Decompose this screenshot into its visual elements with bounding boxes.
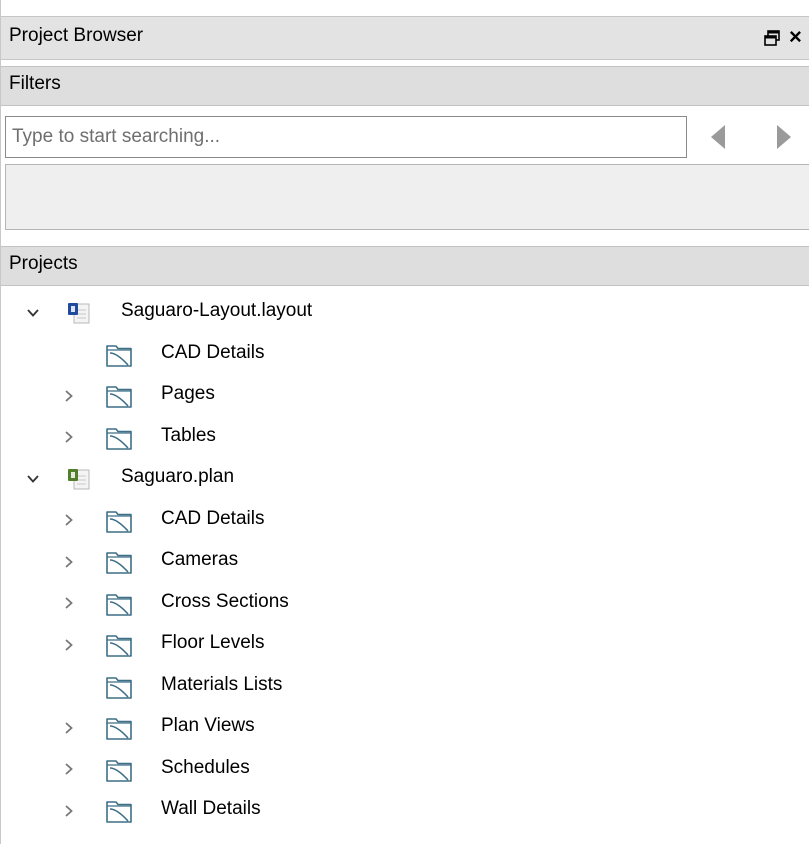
folder-icon [106,344,132,367]
close-icon[interactable]: × [789,22,802,52]
projects-tree: Saguaro-Layout.layout CAD Details Pages Tab… [1,292,809,832]
tree-item-label: Plan Views [161,715,255,736]
tree-item-label: Materials Lists [161,673,283,695]
tree-folder[interactable]: Materials Lists [1,666,809,708]
tree-folder[interactable]: Pages [1,375,809,417]
chevron-right-icon [65,639,73,651]
chevron-right-icon [65,390,73,402]
tree-file-layout[interactable]: Saguaro-Layout.layout [1,292,809,334]
folder-icon [106,759,132,782]
expand-toggle[interactable] [59,790,79,832]
tree-item-label: Pages [161,383,215,404]
expand-toggle[interactable] [59,583,79,625]
folder-icon [106,593,132,616]
tree-folder[interactable]: Floor Levels [1,624,809,666]
restore-window-icon[interactable] [763,29,781,47]
tree-folder[interactable]: Wall Details [1,790,809,832]
expand-toggle[interactable] [59,541,79,583]
folder-icon [106,386,132,408]
tree-folder[interactable]: Plan Views [1,707,809,749]
tree-item-label: Cameras [161,549,239,570]
expand-toggle[interactable] [59,375,79,417]
expand-toggle[interactable] [59,417,79,459]
tree-item-label: Saguaro-Layout.layout [121,300,313,321]
expand-toggle[interactable] [59,500,79,542]
chevron-down-icon [27,309,39,317]
tree-folder[interactable]: Cameras [1,541,809,583]
tree-folder[interactable]: CAD Details [1,334,809,376]
tree-item-label: CAD Details [161,341,265,363]
tree-item-label: Floor Levels [161,632,265,653]
projects-header[interactable]: Projects [1,246,809,286]
chevron-down-icon [27,475,39,483]
folder-icon [106,718,132,740]
chevron-right-icon [65,556,73,568]
folder-icon [106,676,132,699]
tree-item-label: Cross Sections [161,590,289,612]
panel-title: Project Browser [9,25,144,46]
folder-icon [106,801,132,823]
chevron-right-icon [65,763,73,775]
tree-item-label: CAD Details [161,507,265,529]
expand-toggle[interactable] [23,458,43,500]
folder-icon [106,635,132,657]
chevron-right-icon [65,722,73,734]
layout-file-icon [68,303,90,324]
search-input[interactable] [5,116,687,158]
next-result-button[interactable] [769,120,799,154]
tree-file-plan[interactable]: Saguaro.plan [1,458,809,500]
tree-folder[interactable]: CAD Details [1,500,809,542]
project-browser-panel: Project Browser × Filters Projects Sagua… [0,0,809,844]
filters-header-label: Filters [9,73,61,94]
filters-header[interactable]: Filters [1,66,809,106]
folder-icon [106,552,132,574]
left-triangle-icon [711,125,725,149]
tree-folder[interactable]: Cross Sections [1,583,809,625]
tree-folder[interactable]: Tables [1,417,809,459]
projects-header-label: Projects [9,253,78,274]
expand-toggle[interactable] [59,749,79,791]
panel-title-bar[interactable]: Project Browser × [1,16,809,60]
chevron-right-icon [65,514,73,526]
chevron-right-icon [65,597,73,609]
expand-toggle[interactable] [59,707,79,749]
chevron-right-icon [65,431,73,443]
expand-toggle[interactable] [59,624,79,666]
folder-icon [106,427,132,450]
previous-result-button[interactable] [703,120,733,154]
tree-item-label: Schedules [161,756,250,778]
tree-item-label: Saguaro.plan [121,466,235,487]
chevron-right-icon [65,805,73,817]
tree-folder[interactable]: Schedules [1,749,809,791]
folder-icon [106,510,132,533]
filter-tags-area [5,164,809,230]
tree-item-label: Tables [161,424,216,446]
plan-file-icon [68,469,90,490]
expand-toggle[interactable] [23,292,43,334]
right-triangle-icon [777,125,791,149]
tree-item-label: Wall Details [161,798,261,819]
